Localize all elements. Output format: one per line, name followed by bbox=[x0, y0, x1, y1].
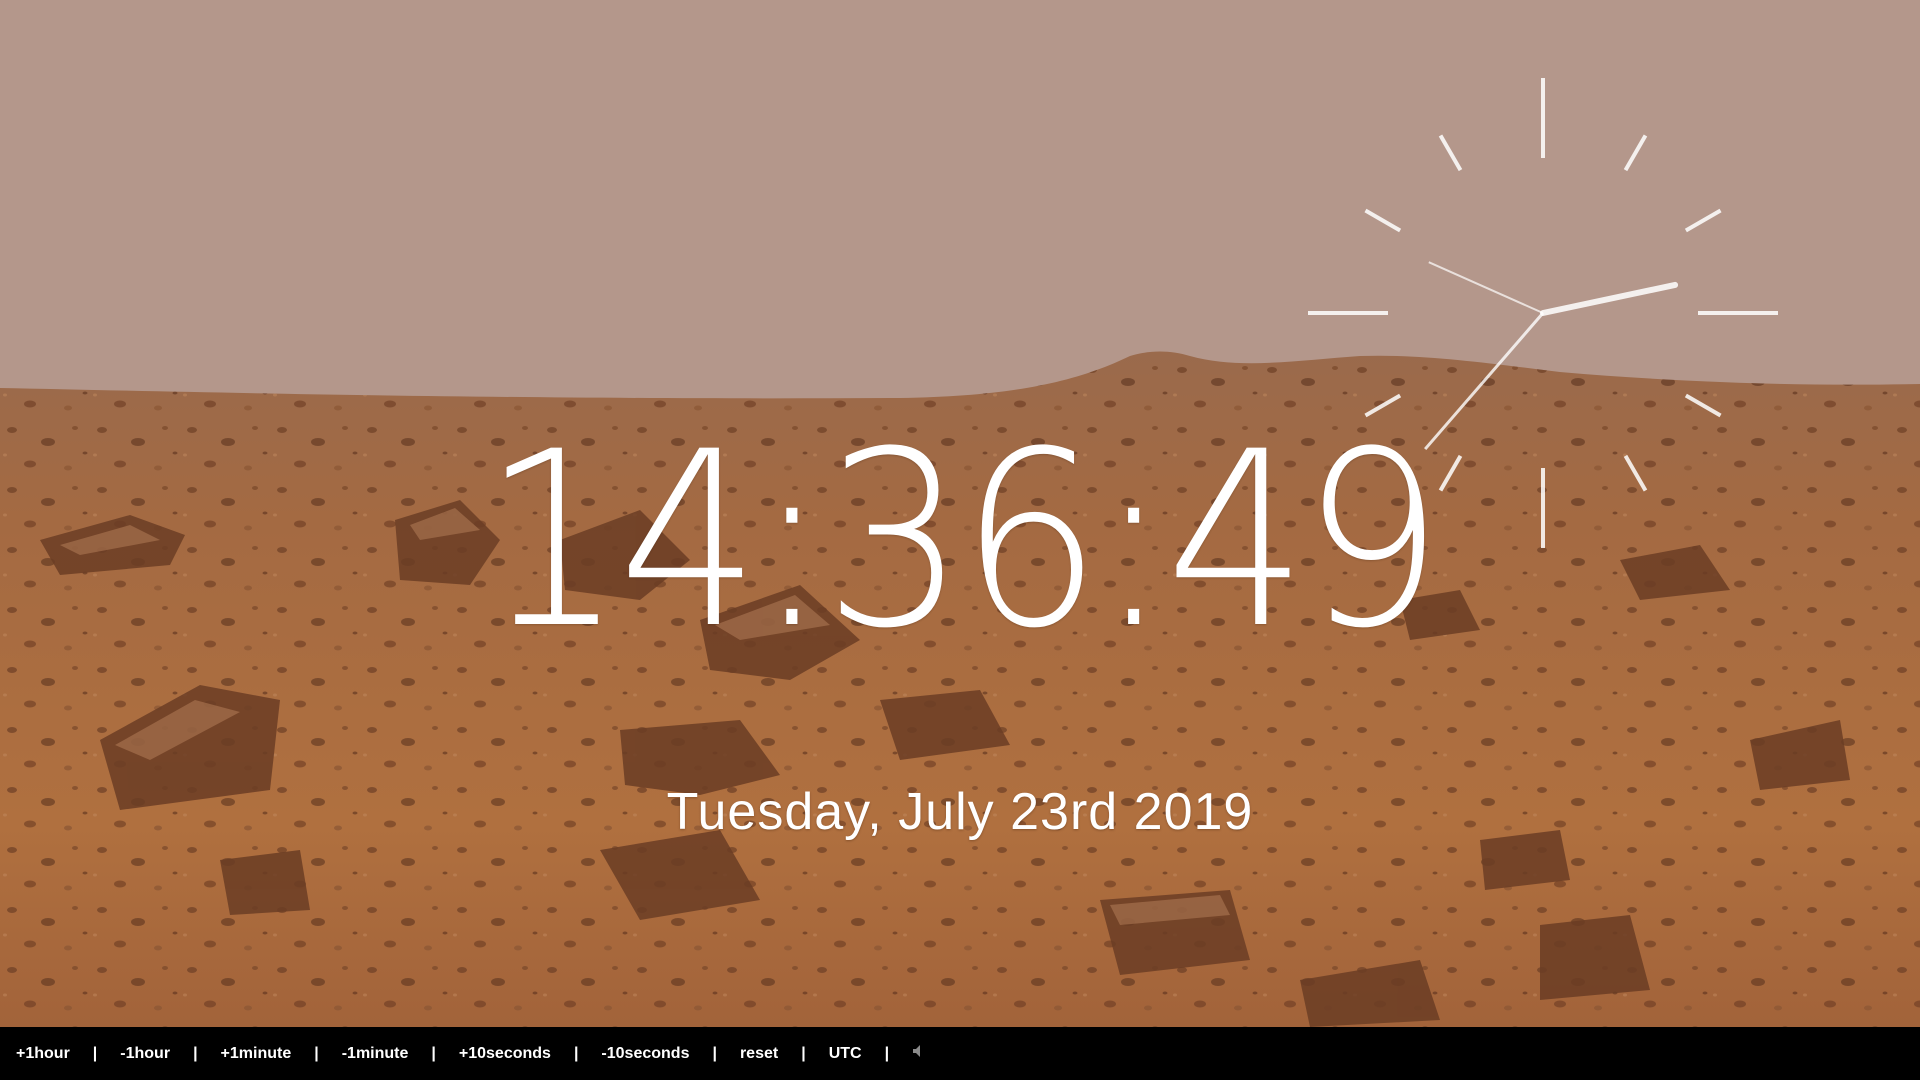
clock-tick-11 bbox=[1438, 134, 1463, 172]
minus-1-hour-button[interactable]: -1hour bbox=[120, 1045, 170, 1063]
separator: | bbox=[193, 1044, 198, 1062]
minus-10-seconds-button[interactable]: -10seconds bbox=[601, 1045, 689, 1063]
clock-tick-10 bbox=[1364, 208, 1402, 233]
separator: | bbox=[801, 1044, 806, 1062]
reset-button[interactable]: reset bbox=[740, 1045, 778, 1063]
separator: | bbox=[314, 1044, 319, 1062]
hour-hand bbox=[1540, 281, 1679, 316]
clock-tick-4 bbox=[1684, 393, 1722, 418]
control-bar: +1hour | -1hour | +1minute | -1minute | … bbox=[0, 1027, 1920, 1080]
separator: | bbox=[884, 1044, 890, 1062]
separator: | bbox=[92, 1044, 98, 1062]
plus-1-hour-button[interactable]: +1hour bbox=[16, 1045, 70, 1063]
plus-10-seconds-button[interactable]: +10seconds bbox=[459, 1045, 551, 1063]
separator: | bbox=[431, 1044, 436, 1062]
date-display: Tuesday, July 23rd 2019 bbox=[666, 783, 1254, 841]
clock-tick-1 bbox=[1623, 134, 1648, 172]
utc-toggle-button[interactable]: UTC bbox=[829, 1045, 862, 1063]
digital-time: 14:36:49 bbox=[482, 400, 1443, 682]
minus-1-minute-button[interactable]: -1minute bbox=[342, 1045, 409, 1063]
second-hand bbox=[1428, 261, 1544, 314]
clock-tick-2 bbox=[1684, 208, 1722, 233]
speaker-icon[interactable] bbox=[912, 1044, 926, 1063]
plus-1-minute-button[interactable]: +1minute bbox=[221, 1045, 292, 1063]
separator: | bbox=[712, 1044, 717, 1062]
separator: | bbox=[573, 1044, 579, 1062]
